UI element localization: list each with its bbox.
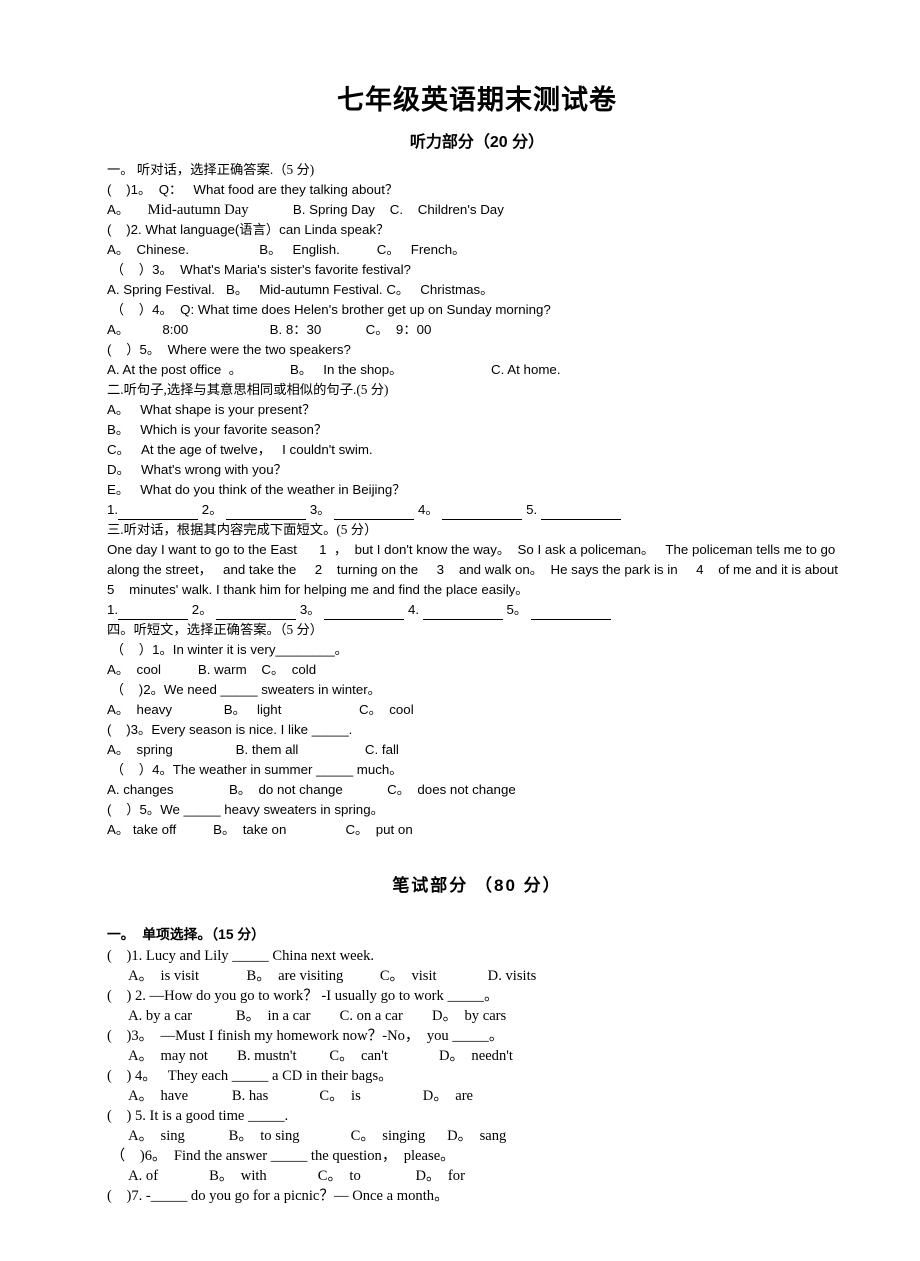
answer-num-2: 2。 <box>191 602 213 617</box>
listening-s3-answer-row: 1. 2。 3。 4. 5。 <box>107 600 847 620</box>
option-a-label: A。 <box>107 202 148 217</box>
listening-s4-q3-options: A。 spring B. them all C. fall <box>107 742 399 757</box>
listening-s4-q2-options: A。 heavy B。 light C。 cool <box>107 702 414 717</box>
answer-blank-3[interactable] <box>334 506 415 520</box>
answer-num-1: 1. <box>107 602 119 617</box>
answer-blank-3[interactable] <box>324 606 405 620</box>
listening-section3-heading: 三.听对话，根据其内容完成下面短文。(5 分） <box>107 522 378 537</box>
listening-s4-q1-stem: （ ）1。In winter it is very________。 <box>107 642 348 657</box>
answer-blank-4[interactable] <box>422 606 503 620</box>
answer-num-5: 5。 <box>506 602 528 617</box>
answer-blank-2[interactable] <box>226 506 307 520</box>
written-q3-stem: ( )3。 —Must I finish my homework now？-No… <box>107 1028 504 1044</box>
listening-s1-q1-options: A。 Mid-autumn Day B. Spring Day C. Child… <box>107 200 847 220</box>
written-q2-stem: ( ) 2. —How do you go to work？ -I usuall… <box>107 988 499 1004</box>
listening-s1-q2-stem: ( )2. What language(语言）can Linda speak？ <box>107 222 390 237</box>
answer-num-5: 5. <box>526 502 538 517</box>
listening-s1-q4-stem: （ ）4。 Q: What time does Helen's brother … <box>107 302 551 317</box>
answer-blank-5[interactable] <box>540 506 621 520</box>
written-q4-options: A。 have B. has C。 is D。 are <box>107 1088 474 1104</box>
listening-s4-q4-options: A. changes B。 do not change C。 does not … <box>107 782 516 797</box>
answer-num-3: 3。 <box>309 502 331 517</box>
answer-blank-1[interactable] <box>118 606 189 620</box>
listening-section2-heading: 二.听句子,选择与其意思相同或相似的句子.(5 分) <box>107 382 389 397</box>
answer-blank-2[interactable] <box>216 606 297 620</box>
written-q6-options: A. of B。 with C。 to D。 for <box>107 1168 465 1184</box>
listening-section4-heading: 四。听短文，选择正确答案。（5 分） <box>107 622 324 637</box>
listening-s4-q4-stem: （ ）4。The weather in summer _____ much。 <box>107 762 403 777</box>
listening-s2-option-c: C。 At the age of twelve， I couldn't swim… <box>107 442 373 457</box>
listening-s4-q1-options: A。 cool B. warm C。 cold <box>107 662 317 677</box>
listening-s1-q5-options: A. At the post office 。 B。 In the shop。 … <box>107 362 561 377</box>
exam-page: 七年级英语期末测试卷 听力部分（20 分） 一。 听对话，选择正确答案.（5 分… <box>0 0 920 1261</box>
listening-section1-heading: 一。 听对话，选择正确答案.（5 分) <box>107 162 315 177</box>
written-q2-options: A. by a car B。 in a car C. on a car D。 b… <box>107 1008 507 1024</box>
listening-s1-q2-options: A。 Chinese. B。 English. C。 French。 <box>107 242 466 257</box>
written-q7-stem: ( )7. -_____ do you go for a picnic？— On… <box>107 1188 449 1204</box>
listening-s1-q5-stem: ( ）5。 Where were the two speakers? <box>107 342 351 357</box>
written-section1-heading: 一。 单项选择。（15 分） <box>107 927 265 942</box>
answer-num-2: 2。 <box>201 502 223 517</box>
answer-blank-5[interactable] <box>530 606 611 620</box>
answer-blank-4[interactable] <box>442 506 523 520</box>
listening-s2-option-b: B。 Which is your favorite season？ <box>107 422 328 437</box>
listening-s1-q3-stem: （ ）3。 What's Maria's sister's favorite f… <box>107 262 411 277</box>
answer-blank-1[interactable] <box>118 506 199 520</box>
answer-num-4: 4. <box>408 602 420 617</box>
written-q1-options: A。 is visit B。 are visiting C。 visit D. … <box>107 968 537 984</box>
written-part-header: 笔试部分 （80 分） <box>392 876 562 895</box>
listening-s2-option-a: A。 What shape is your present？ <box>107 402 316 417</box>
listening-part-header: 听力部分（20 分） <box>409 134 545 151</box>
listening-s2-answer-row: 1. 2。 3。 4。 5. <box>107 500 847 520</box>
written-q6-stem: （ )6。 Find the answer _____ the question… <box>107 1148 455 1164</box>
answer-num-4: 4。 <box>418 502 439 517</box>
written-q1-stem: ( )1. Lucy and Lily _____ China next wee… <box>107 948 375 964</box>
option-bc-text: B. Spring Day C. Children's Day <box>248 202 504 217</box>
listening-s1-q4-options: A。 8:00 B. 8：30 C。 9：00 <box>107 322 432 337</box>
option-a-text: Mid-autumn Day <box>147 202 249 218</box>
answer-num-3: 3。 <box>299 602 321 617</box>
listening-s4-q3-stem: ( )3。Every season is nice. I like _____. <box>107 722 353 737</box>
listening-s2-option-d: D。 What's wrong with you？ <box>107 462 287 477</box>
written-q5-options: A。 sing B。 to sing C。 singing D。 sang <box>107 1128 507 1144</box>
answer-num-1: 1. <box>107 502 119 517</box>
page-title: 七年级英语期末测试卷 <box>337 85 617 115</box>
listening-s3-passage: One day I want to go to the East 1 ， but… <box>107 542 857 597</box>
listening-s4-q5-stem: ( ）5。We _____ heavy sweaters in spring。 <box>107 802 384 817</box>
listening-s1-q3-options: A. Spring Festival. B。 Mid-autumn Festiv… <box>107 282 494 297</box>
written-q4-stem: ( ) 4。 They each _____ a CD in their bag… <box>107 1068 393 1084</box>
document-body: 七年级英语期末测试卷 听力部分（20 分） 一。 听对话，选择正确答案.（5 分… <box>107 60 847 1206</box>
listening-s4-q2-stem: （ )2。We need _____ sweaters in winter。 <box>107 682 381 697</box>
listening-s4-q5-options: A。 take off B。 take on C。 put on <box>107 822 413 837</box>
listening-s1-q1-stem: ( )1。 Q： What food are they talking abou… <box>107 182 399 197</box>
listening-s2-option-e: E。 What do you think of the weather in B… <box>107 482 406 497</box>
written-q5-stem: ( ) 5. It is a good time _____. <box>107 1108 289 1124</box>
written-q3-options: A。 may not B. mustn't C。 can't D。 needn'… <box>107 1048 513 1064</box>
